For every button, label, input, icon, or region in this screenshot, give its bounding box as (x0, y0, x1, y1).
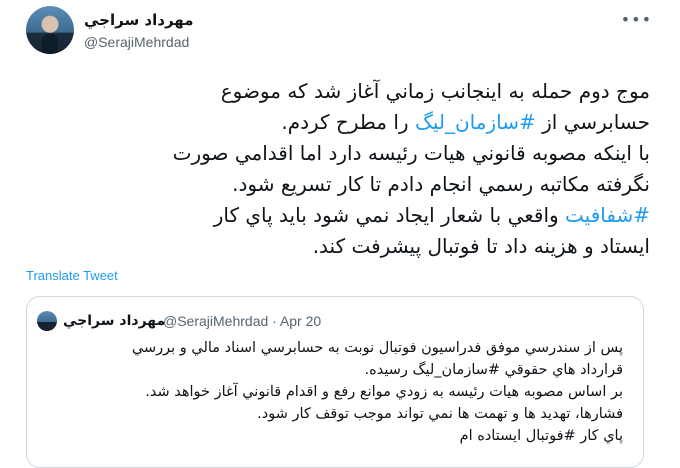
tweet-line: با اينكه مصوبه قانوني هيات رئيسه دارد ام… (26, 138, 650, 169)
tweet-text-segment: واقعي با شعار ايجاد نمي شود بايد پاي كار (213, 203, 566, 227)
translate-tweet-link[interactable]: Translate Tweet (26, 268, 118, 283)
quoted-tweet-line: فشارها، تهديد ها و تهمت ها نمي تواند موج… (257, 406, 623, 422)
quoted-tweet-line: قرارداد هاي حقوقي #سازمان_ليگ رسيده. (364, 362, 623, 378)
quoted-tweet-line: بر اساس مصوبه هيات رئيسه به زودي موانع ر… (145, 384, 623, 400)
tweet-text-segment: حسابرسي از (535, 110, 650, 134)
more-options-icon[interactable]: ••• (621, 10, 652, 29)
tweet-text-segment: را مطرح كردم. (281, 110, 415, 134)
quoted-tweet-line: پس از سندرسي موفق فدراسيون فوتبال نوبت ب… (131, 340, 623, 356)
tweet-body: موج دوم حمله به اينجانب زماني آغاز شد كه… (26, 76, 650, 262)
tweet-header: مهرداد سراجي @SerajiMehrdad ••• (26, 4, 666, 60)
tweet-line: موج دوم حمله به اينجانب زماني آغاز شد كه… (26, 76, 650, 107)
hashtag-link[interactable]: #سازمان_ليگ (415, 110, 536, 134)
quoted-author-name: مهرداد سراجي (63, 313, 166, 329)
author-display-name[interactable]: مهرداد سراجي (84, 10, 194, 30)
quoted-tweet-body: پس از سندرسي موفق فدراسيون فوتبال نوبت ب… (39, 337, 623, 447)
tweet-line: #شفافيت واقعي با شعار ايجاد نمي شود بايد… (26, 200, 650, 231)
quoted-author-avatar (37, 311, 57, 331)
tweet-line: ايستاد و هزينه داد تا فوتبال پيشرفت كند. (26, 231, 650, 262)
tweet-text-segment: ايستاد و هزينه داد تا فوتبال پيشرفت كند. (312, 234, 650, 258)
tweet-line: نگرفته مكاتبه رسمي انجام دادم تا كار تسر… (26, 169, 650, 200)
tweet-text-segment: نگرفته مكاتبه رسمي انجام دادم تا كار تسر… (232, 172, 650, 196)
author-names: مهرداد سراجي @SerajiMehrdad (84, 10, 194, 52)
hashtag-link[interactable]: #شفافيت (565, 203, 650, 227)
author-handle[interactable]: @SerajiMehrdad (84, 32, 194, 52)
quoted-tweet-line: پاي كار #فوتبال ايستاده ام (459, 428, 623, 444)
tweet-text-segment: با اينكه مصوبه قانوني هيات رئيسه دارد ام… (172, 141, 650, 165)
quoted-tweet[interactable]: مهرداد سراجي @SerajiMehrdad · Apr 20 پس … (26, 296, 644, 468)
tweet-line: حسابرسي از #سازمان_ليگ را مطرح كردم. (26, 107, 650, 138)
author-avatar[interactable] (26, 6, 74, 54)
tweet-text-segment: موج دوم حمله به اينجانب زماني آغاز شد كه… (220, 79, 650, 103)
quoted-author-handle-date: @SerajiMehrdad · Apr 20 (163, 313, 322, 329)
